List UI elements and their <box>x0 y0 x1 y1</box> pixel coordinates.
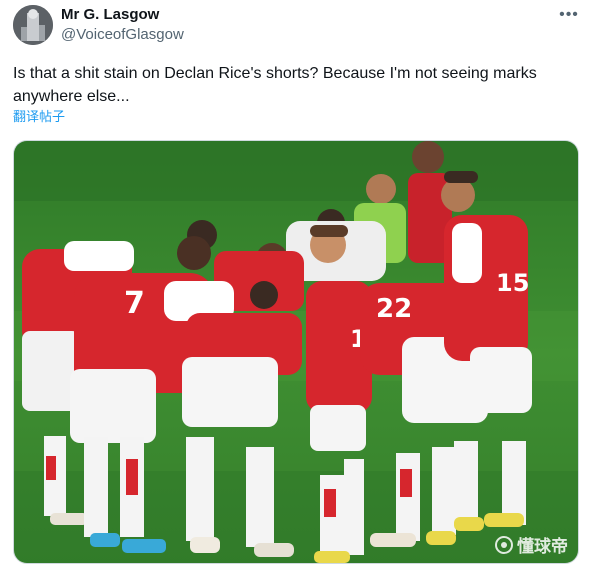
more-options-icon[interactable]: ••• <box>558 6 580 24</box>
watermark: 懂球帝 <box>495 532 568 557</box>
shirt-number-7: 7 <box>124 286 145 321</box>
tweet-photo[interactable]: 7 19 <box>13 140 579 564</box>
avatar-photo-icon <box>13 5 53 45</box>
watermark-logo-icon <box>495 535 513 554</box>
football-huddle-photo: 7 19 <box>14 141 578 563</box>
shirt-number-22: 22 <box>376 294 412 324</box>
translate-post-link[interactable]: 翻译帖子 <box>13 108 65 126</box>
tweet-text: Is that a shit stain on Declan Rice's sh… <box>13 65 537 105</box>
tweet-card: Mr G. Lasgow @VoiceofGlasgow ••• Is that… <box>0 0 592 569</box>
author-handle[interactable]: @VoiceofGlasgow <box>61 26 184 44</box>
avatar[interactable] <box>13 5 53 45</box>
author-name[interactable]: Mr G. Lasgow <box>61 6 159 24</box>
watermark-text: 懂球帝 <box>517 537 568 557</box>
shirt-number-15: 15 <box>496 269 529 297</box>
